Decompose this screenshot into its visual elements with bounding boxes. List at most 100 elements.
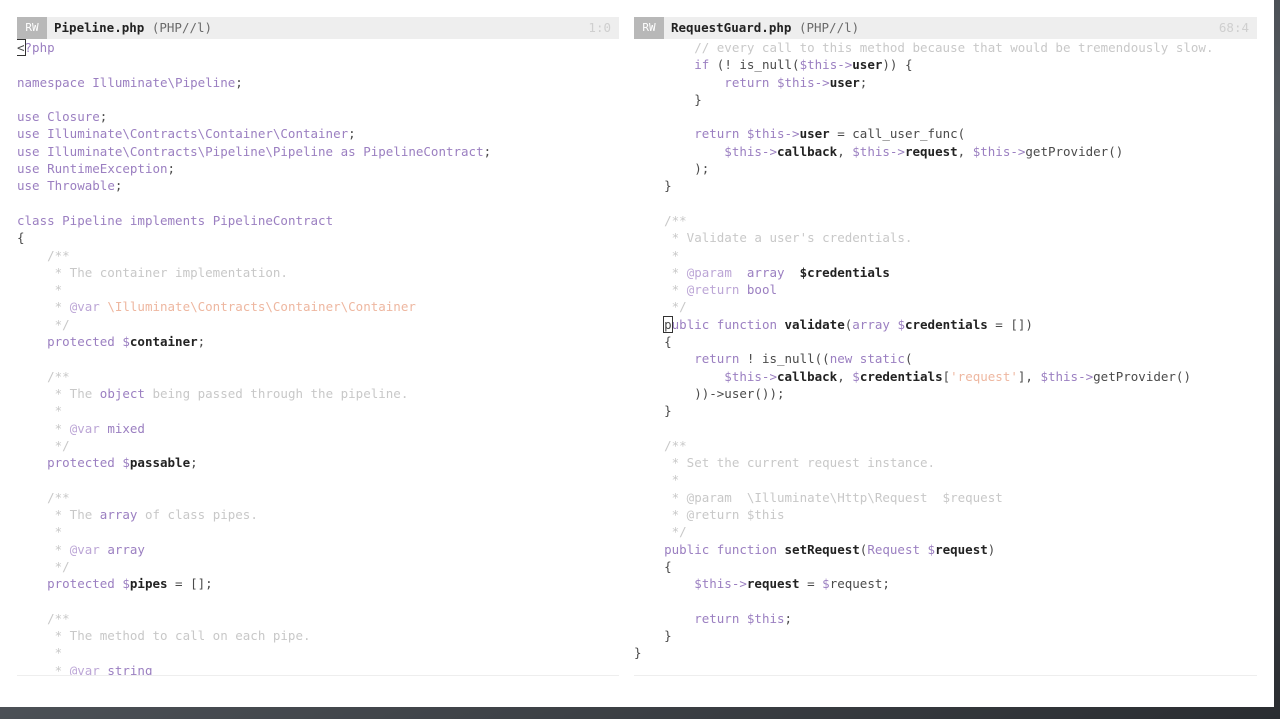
code-line[interactable]: ))->user());	[634, 385, 1257, 402]
code-line[interactable]	[17, 56, 619, 73]
code-line[interactable]: /**	[634, 437, 1257, 454]
left-editor-pane[interactable]: RW Pipeline.php (PHP//l) 1:0 <?php names…	[17, 17, 619, 675]
code-line[interactable]: /**	[634, 212, 1257, 229]
code-line[interactable]: * @return $this	[634, 506, 1257, 523]
left-filename-text: Pipeline.php	[54, 20, 145, 35]
code-line[interactable]: *	[17, 644, 619, 661]
code-line[interactable]: */	[17, 316, 619, 333]
code-line[interactable]	[634, 108, 1257, 125]
code-line[interactable]: * @var \Illuminate\Contracts\Container\C…	[17, 298, 619, 315]
code-token: * The	[17, 507, 100, 523]
code-line[interactable]: */	[17, 437, 619, 454]
code-line[interactable]: protected $pipes = [];	[17, 575, 619, 592]
code-line[interactable]: * Validate a user's credentials.	[634, 229, 1257, 246]
code-token: string	[107, 662, 153, 675]
code-token: $	[122, 455, 130, 471]
code-line[interactable]: if (! is_null($this->user)) {	[634, 56, 1257, 73]
code-line[interactable]: * Set the current request instance.	[634, 454, 1257, 471]
code-line[interactable]: $this->callback, $credentials['request']…	[634, 368, 1257, 385]
code-line[interactable]	[634, 195, 1257, 212]
code-token: /**	[17, 247, 70, 263]
code-line[interactable]: return ! is_null((new static(	[634, 350, 1257, 367]
code-token: Pipeline	[62, 212, 130, 228]
code-line[interactable]	[17, 91, 619, 108]
right-code-area[interactable]: // every call to this method because tha…	[634, 39, 1257, 675]
code-line[interactable]: }	[634, 402, 1257, 419]
code-line[interactable]: * The container implementation.	[17, 264, 619, 281]
left-filename[interactable]: Pipeline.php (PHP//l)	[54, 17, 212, 39]
code-token: * The method to call on each pipe.	[17, 628, 311, 644]
code-line[interactable]	[634, 420, 1257, 437]
code-line[interactable]: */	[17, 558, 619, 575]
code-line[interactable]: */	[634, 523, 1257, 540]
code-line[interactable]: /**	[17, 247, 619, 264]
code-line[interactable]: * The object being passed through the pi…	[17, 385, 619, 402]
code-line[interactable]: use Illuminate\Contracts\Container\Conta…	[17, 125, 619, 142]
code-token: Illuminate\Contracts\Pipeline\Pipeline	[47, 143, 341, 159]
code-line[interactable]: *	[17, 281, 619, 298]
code-line[interactable]: protected $passable;	[17, 454, 619, 471]
code-line[interactable]: namespace Illuminate\Pipeline;	[17, 74, 619, 91]
code-line[interactable]: */	[634, 298, 1257, 315]
code-token: ;	[235, 74, 243, 90]
code-line[interactable]: <?php	[17, 39, 619, 56]
code-line[interactable]: * @param \Illuminate\Http\Request $reque…	[634, 489, 1257, 506]
code-line[interactable]: * The method to call on each pipe.	[17, 627, 619, 644]
code-token: =	[799, 576, 823, 592]
left-code-area[interactable]: <?php namespace Illuminate\Pipeline; use…	[17, 39, 619, 675]
code-line[interactable]: use RuntimeException;	[17, 160, 619, 177]
code-line[interactable]: /**	[17, 610, 619, 627]
code-line[interactable]	[634, 593, 1257, 610]
code-line[interactable]: *	[634, 247, 1257, 264]
code-line[interactable]: use Throwable;	[17, 177, 619, 194]
code-token: array	[852, 316, 898, 332]
code-line[interactable]: return $this->user;	[634, 74, 1257, 91]
code-line[interactable]: protected $container;	[17, 333, 619, 350]
code-line[interactable]: $this->request = $request;	[634, 575, 1257, 592]
code-token: /**	[634, 437, 687, 453]
right-filetype: (PHP//l)	[798, 20, 860, 35]
code-line[interactable]: * @return bool	[634, 281, 1257, 298]
code-line[interactable]: }	[634, 627, 1257, 644]
code-line[interactable]: // every call to this method because tha…	[634, 39, 1257, 56]
code-line[interactable]: return $this;	[634, 610, 1257, 627]
code-token: ;	[190, 455, 198, 471]
code-line[interactable]: * @var string	[17, 662, 619, 675]
code-token: $this->	[634, 368, 777, 384]
code-line[interactable]: {	[17, 229, 619, 246]
code-line[interactable]: *	[634, 471, 1257, 488]
code-line[interactable]: $this->callback, $this->request, $this->…	[634, 143, 1257, 160]
code-line[interactable]: /**	[17, 368, 619, 385]
code-line[interactable]	[17, 195, 619, 212]
code-token: protected	[17, 455, 123, 471]
code-line[interactable]: /**	[17, 489, 619, 506]
code-token: container	[129, 334, 198, 350]
code-line[interactable]: use Closure;	[17, 108, 619, 125]
code-line[interactable]: {	[634, 558, 1257, 575]
code-line[interactable]: );	[634, 160, 1257, 177]
right-editor-pane[interactable]: RW RequestGuard.php (PHP//l) 68:4 // eve…	[634, 17, 1257, 675]
code-line[interactable]	[17, 471, 619, 488]
code-token: protected	[17, 334, 123, 350]
code-line[interactable]: *	[17, 523, 619, 540]
code-line[interactable]	[17, 350, 619, 367]
code-line[interactable]: public function setRequest(Request $requ…	[634, 541, 1257, 558]
code-line[interactable]: * The array of class pipes.	[17, 506, 619, 523]
code-line[interactable]	[17, 593, 619, 610]
right-filename-text: RequestGuard.php	[671, 20, 792, 35]
code-line[interactable]: use Illuminate\Contracts\Pipeline\Pipeli…	[17, 143, 619, 160]
code-line[interactable]: *	[17, 402, 619, 419]
code-line[interactable]: }	[634, 177, 1257, 194]
code-token: *	[634, 264, 687, 280]
code-line[interactable]: }	[634, 91, 1257, 108]
code-line[interactable]: return $this->user = call_user_func(	[634, 125, 1257, 142]
right-filename[interactable]: RequestGuard.php (PHP//l)	[671, 17, 859, 39]
code-line[interactable]: }	[634, 644, 1257, 661]
code-line[interactable]: * @param array $credentials	[634, 264, 1257, 281]
code-token: (! is_null(	[716, 57, 800, 73]
code-line[interactable]: * @var array	[17, 541, 619, 558]
code-line[interactable]: class Pipeline implements PipelineContra…	[17, 212, 619, 229]
code-line[interactable]: {	[634, 333, 1257, 350]
code-line[interactable]: public function validate(array $credenti…	[634, 315, 1257, 333]
code-line[interactable]: * @var mixed	[17, 420, 619, 437]
